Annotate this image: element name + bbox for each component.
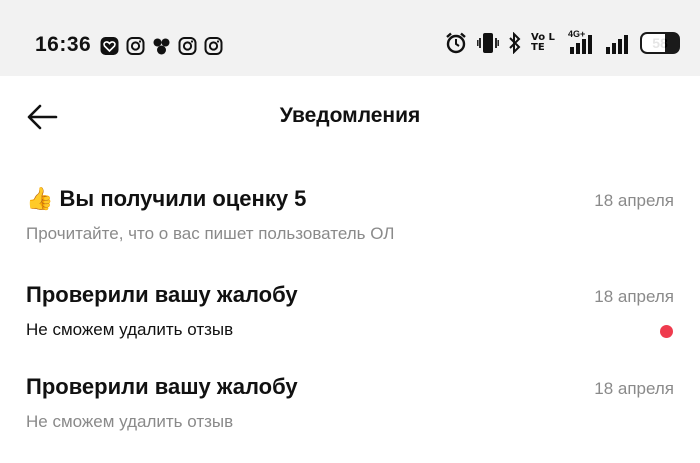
status-time: 16:36	[35, 33, 92, 56]
status-bar: 16:36 Vo LTE 4G+ 58	[0, 0, 700, 76]
dots-app-icon	[153, 38, 170, 55]
network-type: 4G+	[568, 29, 586, 39]
notification-date: 18 апреля	[594, 191, 674, 210]
notification-title: Проверили вашу жалобу	[26, 374, 298, 399]
notification-date: 18 апреля	[594, 287, 674, 306]
alarm-icon	[446, 32, 466, 54]
instagram-icon	[126, 37, 145, 55]
bluetooth-icon	[509, 32, 521, 54]
status-notification-icons	[99, 36, 224, 56]
notification-item[interactable]: Проверили вашу жалобу Не сможем удалить …	[0, 374, 700, 440]
battery-level: 58	[652, 35, 668, 51]
cellular-signal-1: 4G+	[566, 29, 596, 54]
unread-dot	[660, 325, 673, 338]
volte-indicator: Vo LTE	[531, 32, 555, 53]
page-title: Уведомления	[279, 104, 421, 127]
battery-indicator: 58	[640, 32, 680, 54]
notification-subtitle: Не сможем удалить отзыв	[26, 320, 234, 339]
notification-subtitle: Не сможем удалить отзыв	[26, 412, 234, 431]
signal-bars-icon	[606, 35, 628, 54]
notification-subtitle: Прочитайте, что о вас пишет пользователь…	[26, 224, 395, 243]
app-header: Уведомления	[0, 76, 700, 160]
thumbs-up-icon: 👍	[26, 186, 54, 211]
notification-date: 18 апреля	[594, 379, 674, 398]
notification-item[interactable]: Проверили вашу жалобу Не сможем удалить …	[0, 282, 700, 348]
vibrate-icon	[477, 33, 499, 53]
status-system-icons: Vo LTE 4G+ 58	[444, 29, 680, 55]
instagram-icon	[178, 37, 197, 55]
notification-item[interactable]: 👍 Вы получили оценку 5 Прочитайте, что о…	[0, 186, 700, 252]
heart-app-icon	[100, 37, 119, 55]
instagram-icon	[204, 37, 223, 55]
notification-title: Проверили вашу жалобу	[26, 282, 298, 307]
notification-title: 👍 Вы получили оценку 5	[26, 186, 307, 211]
